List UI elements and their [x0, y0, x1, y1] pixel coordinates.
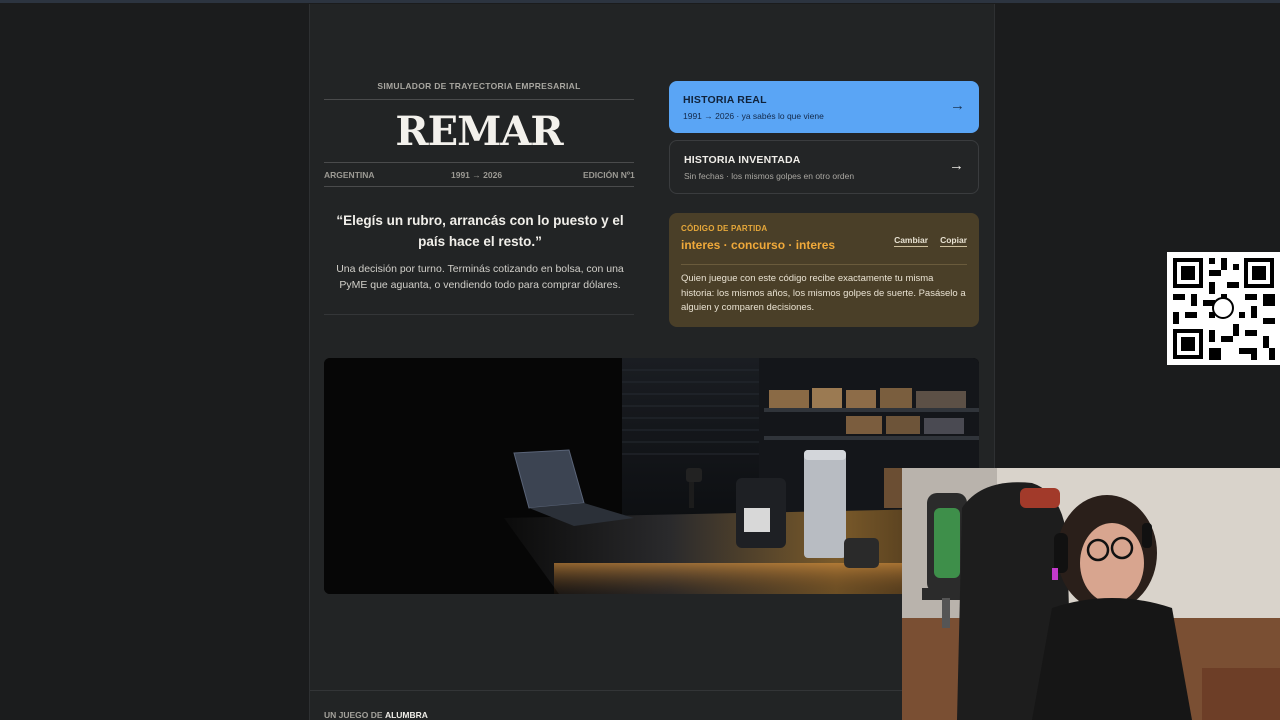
footer-brand-link[interactable]: ALUMBRA — [385, 710, 428, 720]
browser-top-edge — [0, 0, 1280, 3]
intro-quote: “Elegís un rubro, arrancás con lo puesto… — [336, 213, 624, 249]
intro-divider — [324, 314, 634, 315]
meta-edition: EDICIÓN Nº1 — [583, 170, 635, 180]
footer-credit: UN JUEGO DE ALUMBRA — [324, 710, 428, 720]
game-code-actions: Cambiar Copiar — [894, 235, 967, 247]
game-code-card: CÓDIGO DE PARTIDA interes · concurso · i… — [669, 213, 979, 327]
mode-real-subtitle: 1991 → 2026 · ya sabés lo que viene — [683, 111, 824, 121]
game-landing-page: SIMULADOR DE TRAYECTORIA EMPRESARIAL REM… — [309, 4, 995, 720]
mode-real-title: HISTORIA REAL — [683, 94, 767, 106]
qr-code-graphic — [1167, 252, 1280, 365]
masthead-kicker: SIMULADOR DE TRAYECTORIA EMPRESARIAL — [377, 81, 581, 91]
hero-image-shop-counter — [324, 358, 979, 594]
shop-counter-illustration — [324, 358, 979, 594]
arrow-right-icon: → — [949, 157, 964, 174]
footer-prefix: UN JUEGO DE — [324, 710, 383, 720]
game-code-divider — [681, 264, 967, 265]
game-code-description: Quien juegue con este código recibe exac… — [681, 273, 966, 313]
mode-real-history-button[interactable]: HISTORIA REAL 1991 → 2026 · ya sabés lo … — [669, 81, 979, 133]
webcam-streamer-image — [902, 468, 1280, 720]
mode-invented-subtitle: Sin fechas · los mismos golpes en otro o… — [684, 171, 855, 181]
meta-years: 1991 → 2026 — [451, 170, 503, 180]
footer-divider — [310, 690, 994, 691]
intro-description: Una decisión por turno. Terminás cotizan… — [336, 263, 624, 291]
webcam-overlay — [902, 468, 1280, 720]
mode-invented-title: HISTORIA INVENTADA — [684, 154, 801, 166]
qr-code-icon — [1167, 252, 1280, 365]
change-code-button[interactable]: Cambiar — [894, 235, 929, 247]
copy-code-button[interactable]: Copiar — [940, 235, 967, 247]
masthead-rule-middle — [324, 162, 634, 163]
meta-country: ARGENTINA — [324, 170, 375, 180]
game-code-label: CÓDIGO DE PARTIDA — [681, 224, 768, 233]
mode-invented-history-button[interactable]: HISTORIA INVENTADA Sin fechas · los mism… — [669, 140, 979, 194]
masthead-rule-bottom — [324, 186, 634, 187]
game-title: REMAR — [395, 108, 563, 155]
arrow-right-icon: → — [950, 97, 965, 114]
masthead-rule-top — [324, 99, 634, 100]
